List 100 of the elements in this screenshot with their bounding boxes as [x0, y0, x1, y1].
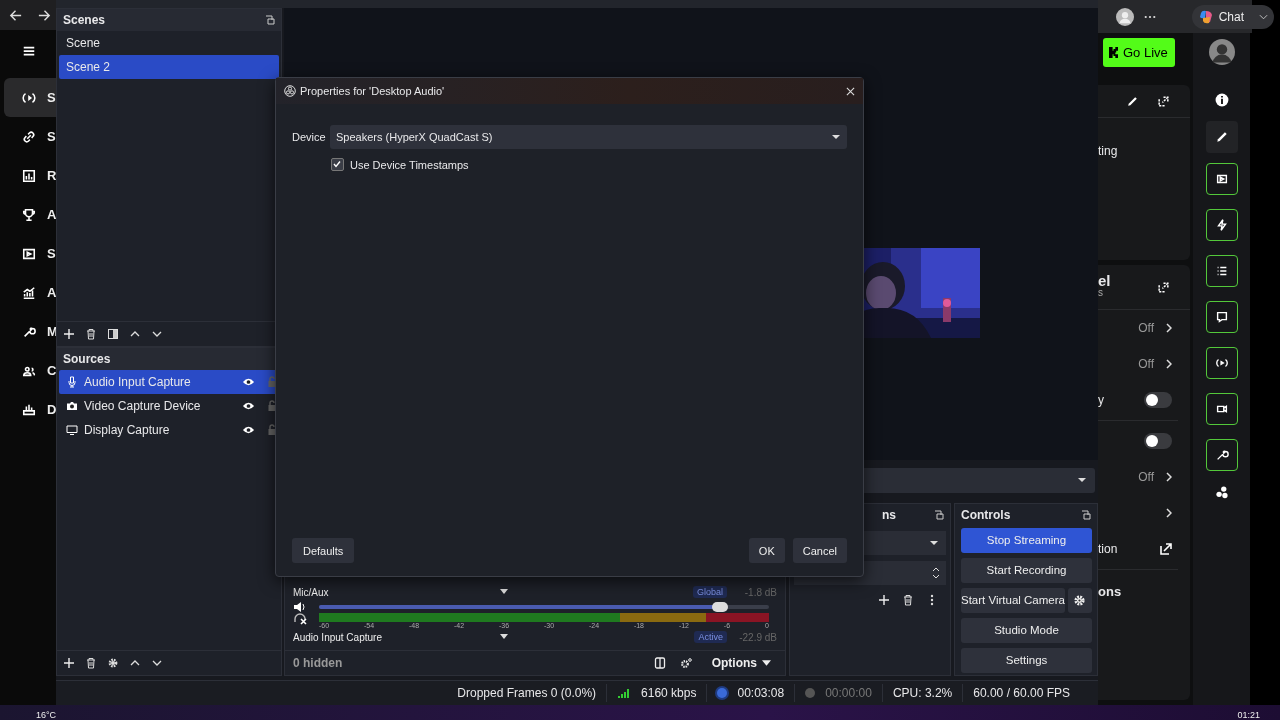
- tool-button[interactable]: [1205, 209, 1238, 241]
- edit-button[interactable]: [1205, 121, 1238, 153]
- pencil-icon[interactable]: [1126, 94, 1139, 108]
- sidebar-item[interactable]: S: [0, 234, 56, 273]
- panel-title: Scenes: [63, 12, 106, 27]
- undock-icon[interactable]: [265, 14, 275, 25]
- chevron-right-icon: [1166, 323, 1172, 333]
- add-icon[interactable]: [63, 656, 75, 669]
- record-time: 00:00:00: [825, 685, 872, 700]
- dashboard-icon: [22, 402, 36, 417]
- scene-item[interactable]: Scene 2: [59, 54, 279, 79]
- caret-icon[interactable]: [499, 589, 509, 596]
- stream-time: 00:03:08: [737, 685, 785, 700]
- camera-icon: [66, 399, 78, 412]
- control-button[interactable]: Stop Streaming: [961, 527, 1092, 553]
- menu-icon[interactable]: [22, 44, 36, 58]
- chevron-right-icon: [1166, 508, 1172, 518]
- channel-badge: Global: [693, 586, 727, 599]
- dialog-button[interactable]: Defaults: [292, 538, 355, 563]
- bolt-icon: [1214, 218, 1229, 232]
- eye-icon[interactable]: [242, 376, 255, 387]
- toggle-switch[interactable]: [1144, 392, 1172, 408]
- control-button[interactable]: Studio Mode: [961, 617, 1092, 643]
- external-link-icon[interactable]: [1160, 543, 1172, 555]
- chat-icon: [1214, 310, 1229, 324]
- field-label: Device: [292, 131, 324, 143]
- trash-icon[interactable]: [902, 593, 914, 606]
- toggle-switch[interactable]: [1144, 433, 1172, 449]
- setting-value: Off: [1138, 321, 1154, 335]
- chevron-right-icon: [1166, 472, 1172, 482]
- headphones-icon[interactable]: [293, 612, 307, 625]
- link-icon: [22, 129, 36, 144]
- sidebar-item[interactable]: D: [0, 390, 56, 429]
- profile-icon[interactable]: [1116, 7, 1134, 26]
- setting-row[interactable]: Off: [1098, 459, 1190, 495]
- control-button[interactable]: Settings: [961, 647, 1092, 673]
- add-icon[interactable]: [878, 593, 890, 606]
- chat-button[interactable]: Chat: [1191, 4, 1274, 29]
- caret-icon: [929, 539, 939, 546]
- setting-label: tion: [1098, 542, 1118, 556]
- filter-icon[interactable]: [107, 327, 119, 340]
- control-button[interactable]: Start Recording: [961, 557, 1092, 583]
- tool-button[interactable]: [1205, 439, 1238, 471]
- speaker-icon[interactable]: [293, 600, 307, 613]
- more-icon[interactable]: [1144, 14, 1156, 19]
- trash-icon[interactable]: [85, 327, 97, 340]
- caret-icon[interactable]: [499, 634, 509, 641]
- undock-icon[interactable]: [934, 509, 944, 520]
- popout-icon[interactable]: [1157, 94, 1170, 108]
- columns-icon[interactable]: [653, 656, 666, 669]
- gear-icon[interactable]: [679, 656, 692, 669]
- dialog-button[interactable]: Cancel: [792, 538, 847, 563]
- weather: 16°C: [36, 711, 57, 720]
- scene-item[interactable]: Scene: [59, 30, 279, 55]
- control-button[interactable]: Start Virtual Camera: [961, 587, 1065, 613]
- dialog-button[interactable]: OK: [748, 538, 785, 563]
- gear-icon[interactable]: [107, 656, 119, 669]
- options-button[interactable]: Options: [705, 654, 777, 671]
- caret-icon: [762, 659, 771, 666]
- sidebar-item[interactable]: A: [0, 195, 56, 234]
- k-logo-icon: [1109, 47, 1118, 58]
- avatar-icon[interactable]: [1208, 39, 1235, 65]
- broadcast-icon: [1214, 356, 1229, 370]
- setting-row[interactable]: Off: [1098, 310, 1190, 346]
- sidebar-item[interactable]: S: [4, 78, 56, 117]
- dots-icon[interactable]: [1214, 485, 1229, 499]
- slider-thumb[interactable]: [711, 601, 728, 612]
- panel-title: Sources: [63, 351, 111, 366]
- checkbox[interactable]: [331, 158, 344, 171]
- panel-title: ns: [882, 507, 896, 522]
- colorful-logo-icon: [1197, 8, 1214, 25]
- undock-icon[interactable]: [1081, 509, 1091, 520]
- source-item[interactable]: Display Capture: [59, 417, 279, 442]
- add-icon[interactable]: [63, 327, 75, 340]
- go-live-button[interactable]: Go Live: [1103, 38, 1175, 67]
- setting-label: y: [1098, 393, 1104, 407]
- settings-button[interactable]: [1067, 587, 1092, 613]
- sidebar-item[interactable]: S: [0, 117, 56, 156]
- channel-badge: Active: [694, 631, 727, 644]
- eye-icon[interactable]: [242, 424, 255, 435]
- eye-icon[interactable]: [242, 400, 255, 411]
- sidebar-item[interactable]: C: [0, 351, 56, 390]
- close-icon[interactable]: [846, 86, 855, 96]
- tool-button[interactable]: [1205, 347, 1238, 379]
- popout-icon[interactable]: [1157, 280, 1170, 294]
- unlocked-lock-icon[interactable]: [267, 399, 277, 412]
- tool-button[interactable]: [1205, 301, 1238, 333]
- tool-button[interactable]: [1205, 163, 1238, 195]
- sidebar-item[interactable]: A: [0, 273, 56, 312]
- device-dropdown[interactable]: Speakers (HyperX QuadCast S): [330, 125, 847, 149]
- tool-button[interactable]: [1205, 255, 1238, 287]
- unlocked-lock-icon[interactable]: [267, 423, 277, 436]
- sidebar-item[interactable]: R: [0, 156, 56, 195]
- setting-row[interactable]: Off: [1098, 346, 1190, 382]
- source-item[interactable]: Video Capture Device: [59, 393, 279, 418]
- info-icon[interactable]: [1214, 93, 1229, 107]
- trash-icon[interactable]: [85, 656, 97, 669]
- chevron-right-icon: [1166, 359, 1172, 369]
- pencil-icon: [1214, 130, 1229, 144]
- tool-button[interactable]: [1205, 393, 1238, 425]
